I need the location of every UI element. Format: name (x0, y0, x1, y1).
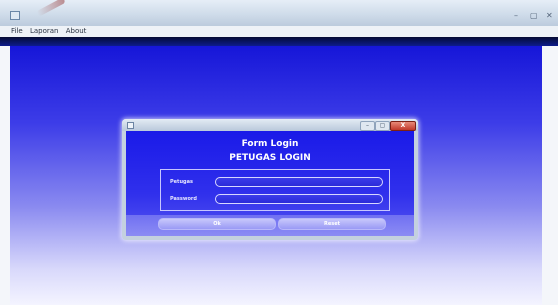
window-frame-right (542, 46, 558, 305)
dialog-app-icon (127, 122, 134, 129)
ok-button[interactable]: Ok (158, 218, 276, 230)
password-label: Password (170, 196, 197, 202)
app-icon (10, 11, 20, 20)
menu-file[interactable]: File (11, 26, 23, 37)
reset-button[interactable]: Reset (278, 218, 386, 230)
window-frame-left (0, 46, 10, 305)
menu-laporan[interactable]: Laporan (30, 26, 59, 37)
close-icon[interactable]: ✕ (546, 12, 553, 20)
minimize-icon[interactable]: – (514, 12, 518, 20)
button-strip: Ok Reset (126, 215, 414, 236)
dialog-minimize-icon[interactable]: – (360, 121, 375, 131)
maximize-icon[interactable]: ▢ (530, 12, 538, 20)
menubar: File Laporan About (0, 26, 558, 37)
dialog-close-icon[interactable]: X (390, 121, 416, 131)
menu-about[interactable]: About (66, 26, 87, 37)
password-input[interactable] (215, 194, 383, 204)
petugas-input[interactable] (215, 177, 383, 187)
form-title: Form Login (241, 139, 299, 149)
titlebar-decoration (36, 0, 66, 17)
form-subtitle: PETUGAS LOGIN (229, 153, 311, 163)
dialog-body: Form Login PETUGAS LOGIN Petugas Passwor… (126, 131, 414, 236)
dialog-maximize-icon[interactable]: ▢ (375, 121, 390, 131)
window-titlebar: – ▢ ✕ (0, 0, 558, 26)
dialog-titlebar[interactable]: – ▢ X (122, 119, 418, 131)
petugas-label: Petugas (170, 179, 193, 185)
login-dialog: – ▢ X Form Login PETUGAS LOGIN Petugas P… (122, 119, 418, 240)
toolbar-strip (0, 37, 558, 46)
login-fields-group: Petugas Password (160, 169, 390, 211)
